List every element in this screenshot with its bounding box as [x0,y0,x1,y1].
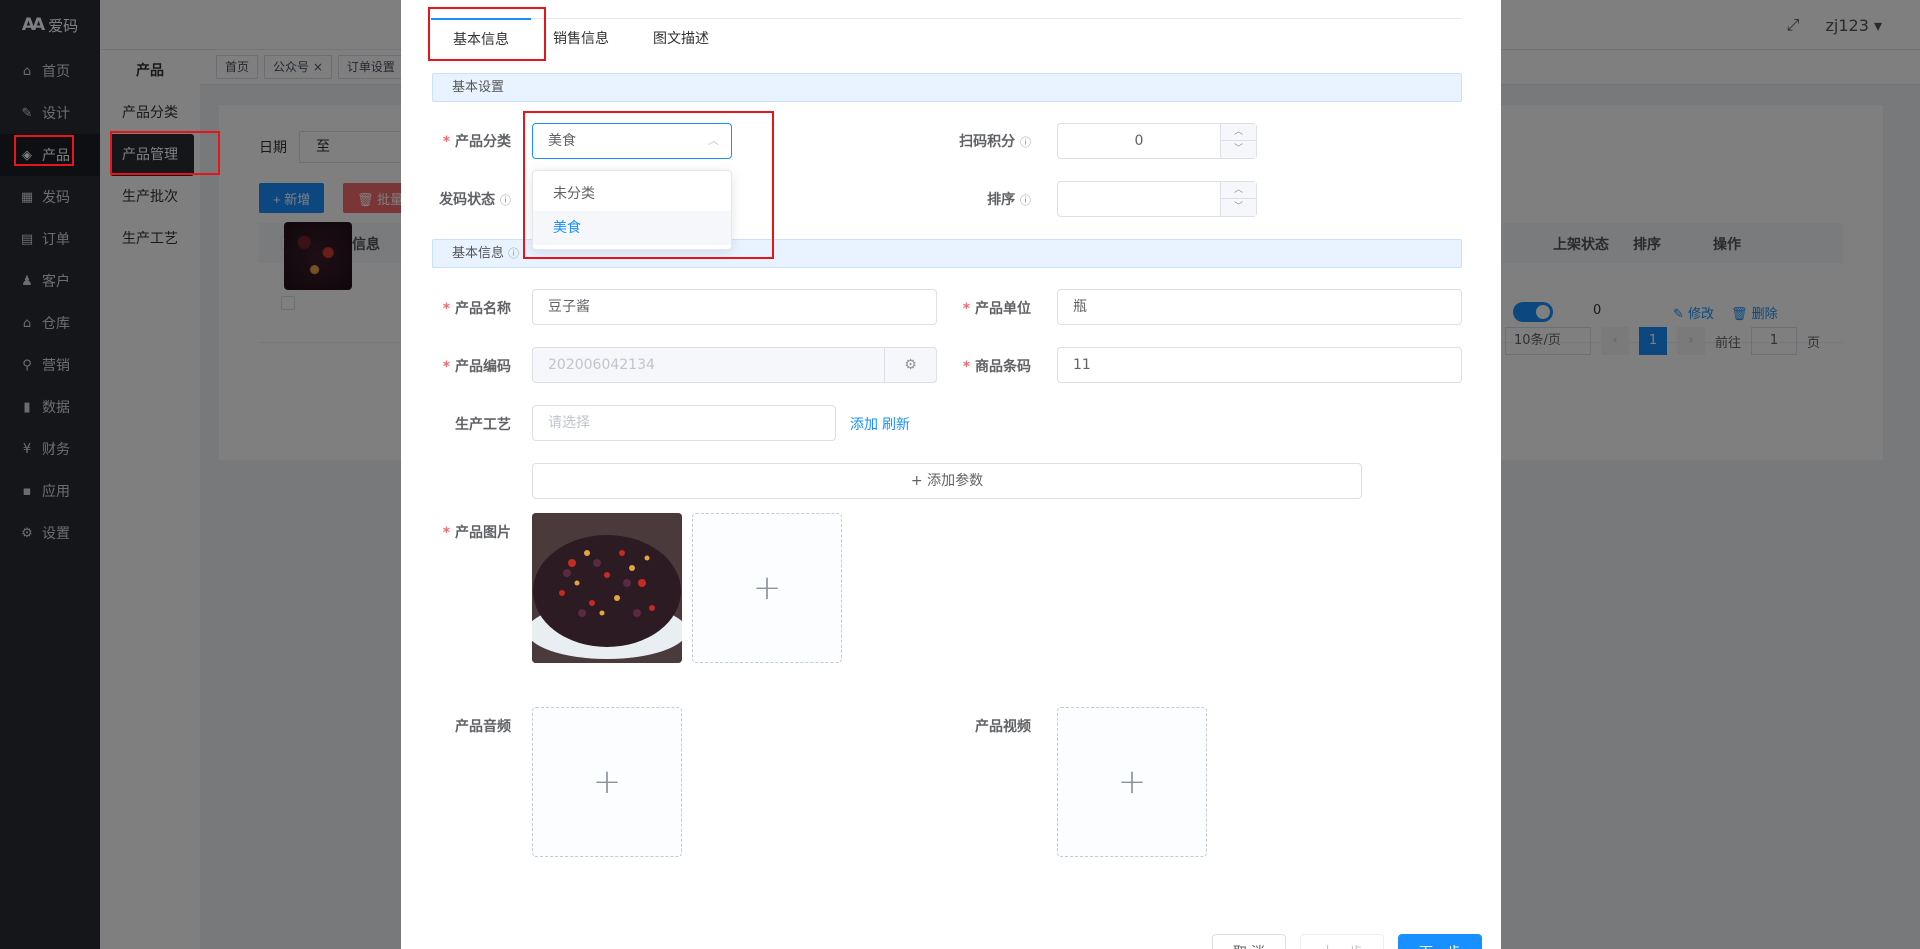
chevron-up-icon: ︿ [708,134,719,147]
food-photo [532,513,682,663]
product-image-label: 产品图片 [421,522,511,542]
scan-points-input[interactable]: 0 ︿ ﹀ [1057,123,1257,159]
product-edit-dialog: 基本信息 销售信息 图文描述 基本设置 产品分类 美食 ︿ 扫码积分 ⓘ 0 ︿… [401,0,1501,949]
info-icon: ⓘ [500,194,511,207]
craft-add-link[interactable]: 添加 [850,414,878,434]
plus-icon: + [752,568,782,608]
craft-label: 生产工艺 [455,417,511,433]
info-icon: ⓘ [1020,136,1031,149]
scan-points-value: 0 [1134,133,1144,149]
arrow-down-icon[interactable]: ﹀ [1221,199,1256,216]
arrow-down-icon[interactable]: ﹀ [1221,141,1256,158]
dropdown-option-uncategorized[interactable]: 未分类 [533,177,731,211]
craft-select[interactable]: 请选择 [532,405,836,441]
info-icon: ⓘ [1020,194,1031,207]
code-status-label: 发码状态 ⓘ [421,189,511,209]
dialog-tabs: 基本信息 销售信息 图文描述 [431,18,1461,58]
code-status-text: 发码状态 [439,192,496,208]
product-code-label: 产品编码 [421,356,511,376]
sort-text: 排序 [987,192,1016,208]
section-basic-settings: 基本设置 [432,73,1462,102]
product-unit-input[interactable]: 瓶 [1057,289,1462,325]
info-icon: ⓘ [508,247,520,260]
product-code-value: 202006042134 [548,357,655,373]
sort-stepper[interactable]: ︿ ﹀ [1220,182,1256,216]
arrow-up-icon[interactable]: ︿ [1221,124,1256,141]
category-dropdown: 未分类 美食 [532,170,732,250]
sort-label: 排序 ⓘ [941,189,1031,209]
sort-input[interactable]: ︿ ﹀ [1057,181,1257,217]
category-select[interactable]: 美食 ︿ [532,123,732,159]
cancel-button[interactable]: 取 消 [1212,934,1286,949]
video-upload-box[interactable]: + [1057,707,1207,857]
plus-icon: + [1117,762,1147,802]
craft-refresh-link[interactable]: 刷新 [882,414,910,434]
add-param-button[interactable]: + 添加参数 [532,463,1362,499]
barcode-input[interactable]: 11 [1057,347,1462,383]
product-video-label: 产品视频 [975,719,1031,735]
barcode-label: 商品条码 [941,356,1031,376]
plus-icon: + [592,762,622,802]
scan-points-text: 扫码积分 [959,134,1016,150]
arrow-up-icon[interactable]: ︿ [1221,182,1256,199]
product-code-input: 202006042134 ⚙ [532,347,937,383]
next-step-button[interactable]: 下一步 [1398,934,1482,949]
scan-points-label: 扫码积分 ⓘ [941,131,1031,151]
product-audio-label: 产品音频 [455,719,511,735]
scan-points-stepper[interactable]: ︿ ﹀ [1220,124,1256,158]
product-image[interactable] [532,513,682,663]
tab-sales-info[interactable]: 销售信息 [531,19,631,59]
product-unit-label: 产品单位 [941,298,1031,318]
generate-code-icon[interactable]: ⚙ [884,348,936,382]
section-basic-info-text: 基本信息 [452,246,505,261]
category-label: 产品分类 [421,131,511,151]
tab-basic-info[interactable]: 基本信息 [431,18,531,58]
tab-description[interactable]: 图文描述 [631,19,731,59]
dropdown-option-food[interactable]: 美食 [533,211,731,245]
prev-step-button[interactable]: 上一步 [1300,934,1384,949]
product-name-label: 产品名称 [421,298,511,318]
image-upload-box[interactable]: + [692,513,842,663]
audio-upload-box[interactable]: + [532,707,682,857]
category-value: 美食 [548,133,576,149]
product-name-input[interactable]: 豆子酱 [532,289,937,325]
